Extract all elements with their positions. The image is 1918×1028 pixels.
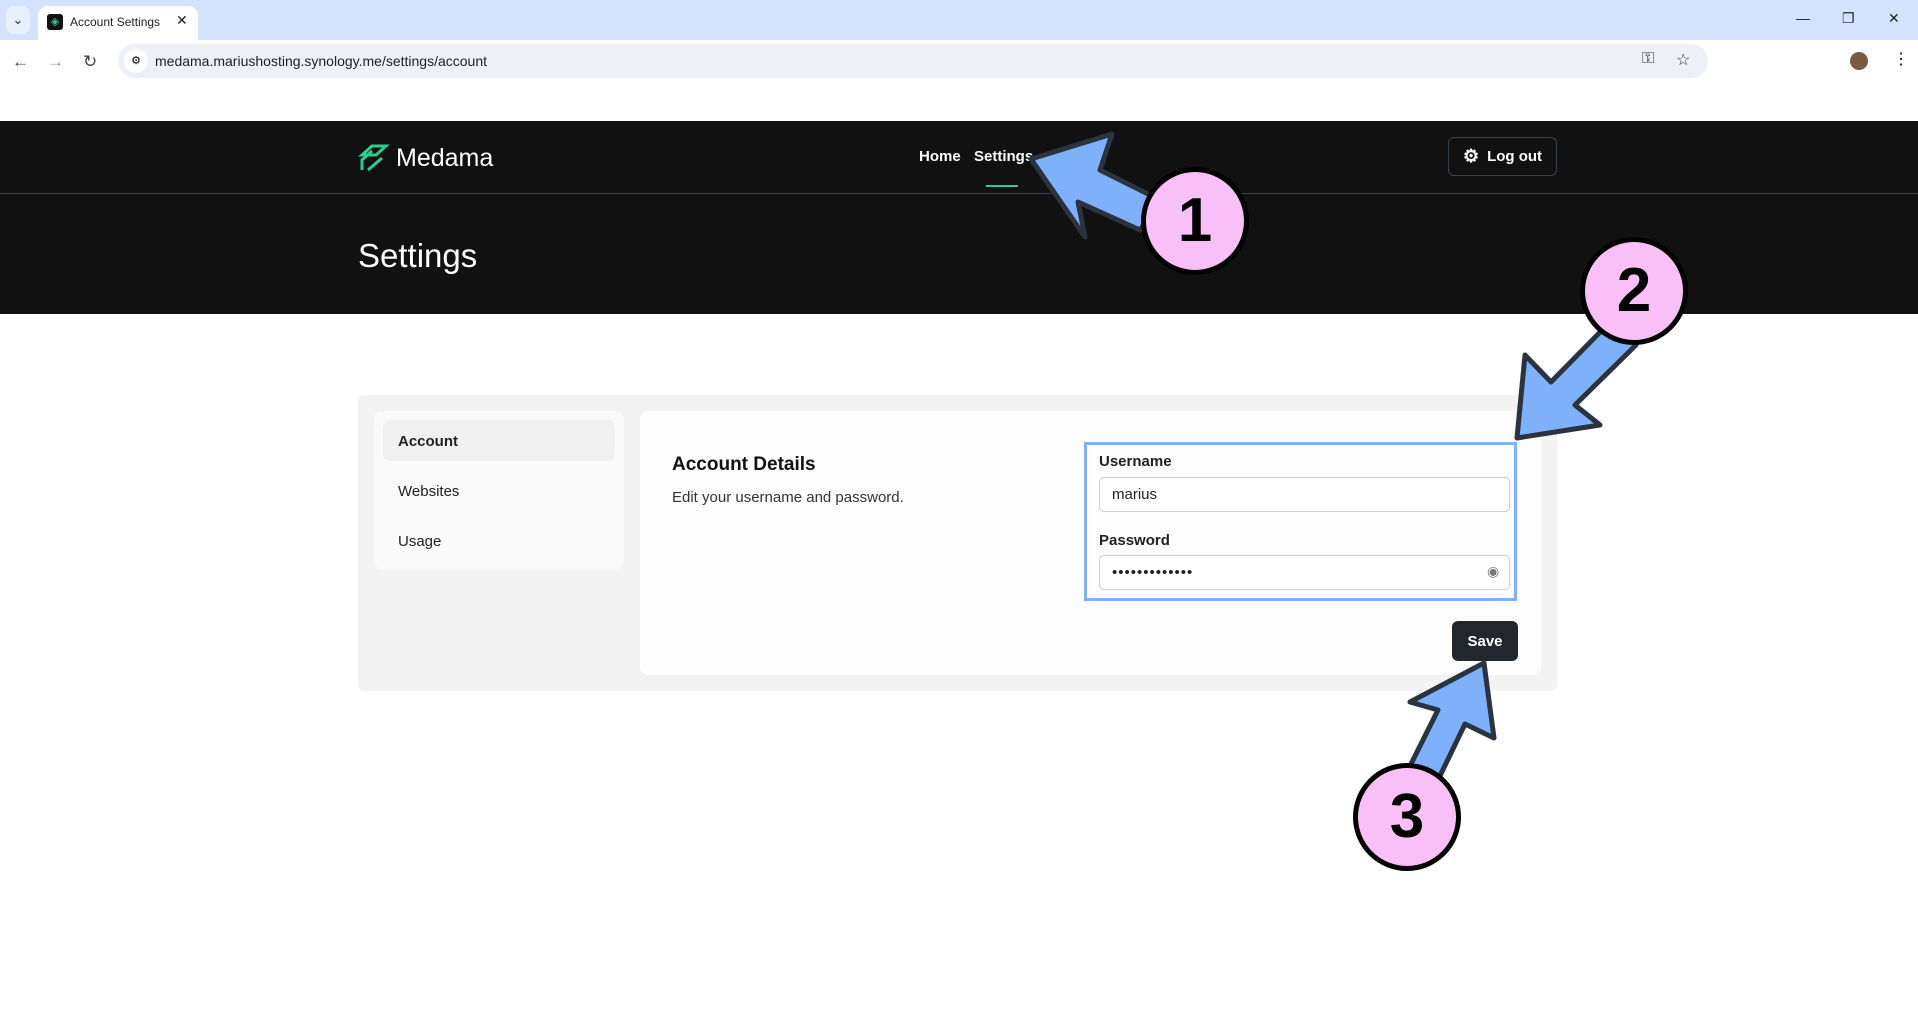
- step-3-marker: 3: [1353, 763, 1461, 871]
- annotation-arrows: [1028, 131, 1639, 783]
- step-1-marker: 1: [1141, 167, 1249, 275]
- annotation-arrow-3: [1407, 660, 1497, 783]
- step-2-marker: 2: [1580, 237, 1688, 345]
